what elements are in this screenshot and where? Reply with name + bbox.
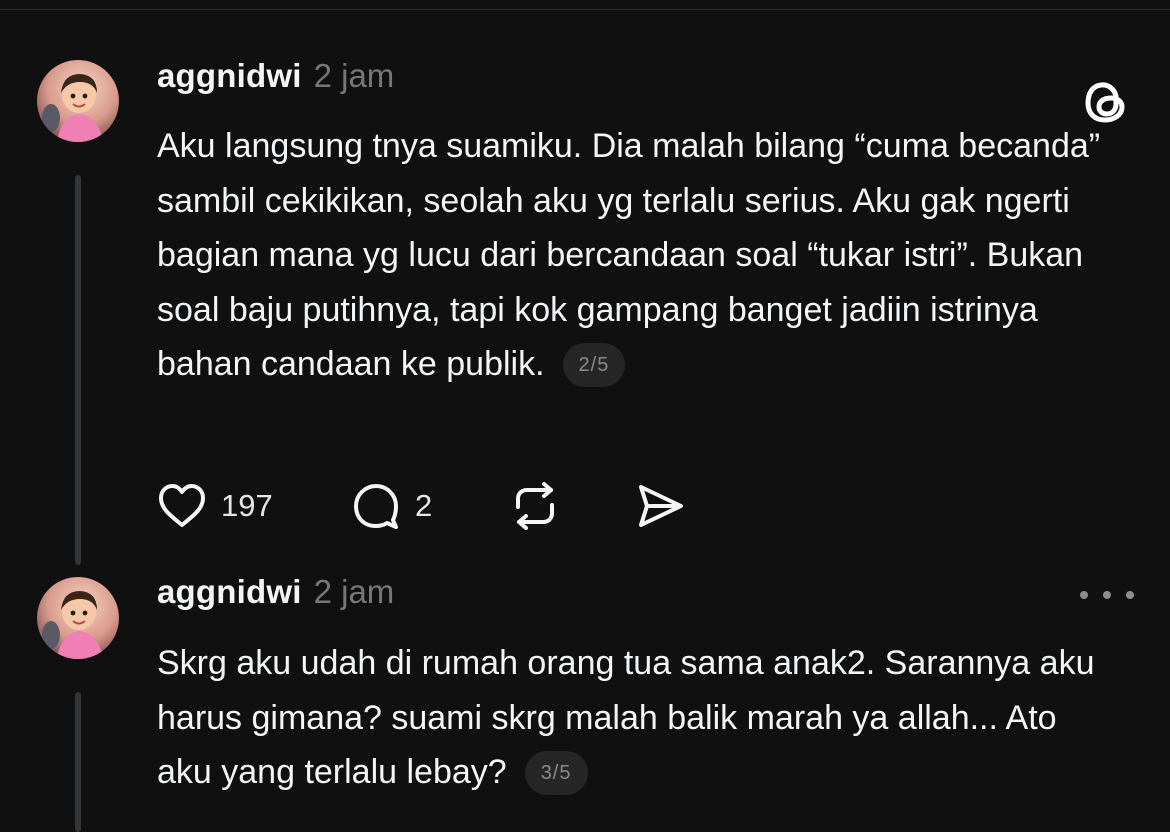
thread-page-badge: 3/5 — [524, 751, 588, 795]
more-dot — [1103, 591, 1111, 599]
thread-page-badge: 2/5 — [562, 343, 626, 387]
post-text: Skrg aku udah di rumah orang tua sama an… — [157, 644, 1095, 791]
post-header: aggnidwi 2 jam — [157, 54, 394, 98]
username[interactable]: aggnidwi — [157, 57, 302, 95]
user-avatar[interactable] — [37, 577, 119, 659]
post-timestamp: 2 jam — [313, 57, 395, 94]
post-header: aggnidwi 2 jam — [157, 570, 394, 614]
username[interactable]: aggnidwi — [157, 573, 302, 611]
thread-post: aggnidwi 2 jam Aku langsung tnya suamiku… — [0, 0, 1170, 570]
user-avatar[interactable] — [37, 60, 119, 142]
thread-connector-line — [75, 175, 81, 565]
share-button[interactable] — [635, 481, 687, 531]
post-text: Aku langsung tnya suamiku. Dia malah bil… — [157, 127, 1101, 383]
post-body: Skrg aku udah di rumah orang tua sama an… — [157, 636, 1117, 800]
comment-bubble-icon — [354, 484, 398, 529]
send-icon — [639, 485, 683, 527]
post-body: Aku langsung tnya suamiku. Dia malah bil… — [157, 119, 1117, 392]
like-button[interactable]: 197 — [157, 483, 351, 529]
post-actions: 197 2 — [157, 480, 687, 532]
more-dot — [1126, 591, 1134, 599]
thread-connector-line — [75, 692, 81, 832]
thread-post: aggnidwi 2 jam Skrg aku udah di rumah or… — [0, 570, 1170, 832]
repost-icon — [516, 482, 554, 530]
heart-icon — [159, 484, 205, 527]
like-count: 197 — [221, 488, 273, 523]
more-options-icon[interactable] — [1080, 584, 1134, 606]
more-dot — [1080, 591, 1088, 599]
avatar-image — [37, 577, 119, 659]
repost-button[interactable] — [509, 481, 635, 531]
reply-button[interactable]: 2 — [351, 483, 509, 529]
reply-count: 2 — [415, 488, 433, 523]
avatar-image — [37, 60, 119, 142]
post-timestamp: 2 jam — [313, 573, 395, 610]
